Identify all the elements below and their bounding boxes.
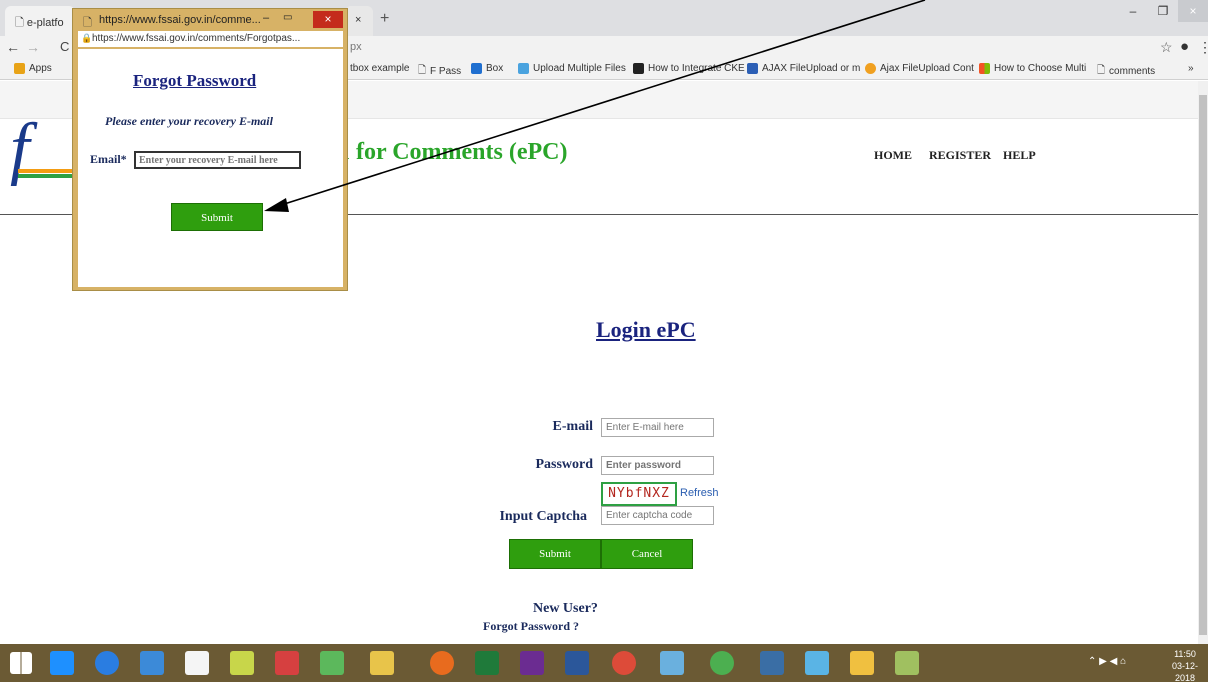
df-icon [747,63,758,74]
password-input[interactable] [601,456,714,475]
email-input[interactable] [601,418,714,437]
tool-icon[interactable] [275,651,299,675]
logo-swoosh-orange [18,169,73,173]
login-heading: Login ePC [596,317,696,342]
window-controls: – ❐ × [1118,0,1208,22]
cb-icon [633,63,644,74]
bookmark-box[interactable]: Box [471,63,503,74]
tray-icons[interactable]: ⌃ ▶ ◀ ⌂ [1088,656,1126,667]
app-icon[interactable] [660,651,684,675]
back-arrow-icon[interactable]: ← [6,39,20,55]
ajax-icon [865,63,876,74]
windows-start-icon[interactable] [10,652,32,674]
close-icon[interactable]: × [313,11,343,28]
nav-home[interactable]: HOME [874,148,912,163]
paint-icon[interactable] [230,651,254,675]
page-icon: 🗋 [418,65,427,76]
app-icon[interactable] [850,651,874,675]
forward-arrow-icon[interactable]: → [26,39,40,55]
forgot-password-heading: Forgot Password [133,71,257,90]
file-explorer-icon[interactable] [370,651,394,675]
app-icon[interactable] [710,651,734,675]
popup-body: Forgot Password Please enter your recove… [78,49,343,287]
url-field[interactable]: px [350,41,362,53]
windows-icon [979,63,990,74]
recovery-email-label: Email* [90,152,127,166]
recovery-instruction: Please enter your recovery E-mail [105,114,273,128]
forgot-password-link[interactable]: Forgot Password ? [483,619,579,634]
close-icon: × [355,14,362,26]
restore-icon[interactable]: ❐ [1148,0,1178,22]
mail-icon[interactable] [140,651,164,675]
visual-studio-icon[interactable] [520,651,544,675]
page-icon: 🗋 [1097,65,1106,76]
bookmark-ajax-cont[interactable]: Ajax FileUpload Cont [865,63,974,74]
tab-close[interactable]: × [345,6,373,36]
email-label: E-mail [552,419,593,434]
close-window-icon[interactable]: × [1178,0,1208,22]
app-icon[interactable] [805,651,829,675]
login-cancel-button[interactable]: Cancel [601,539,693,569]
bookmark-upload[interactable]: Upload Multiple Files [518,63,626,74]
home-icon[interactable] [185,651,209,675]
nav-help[interactable]: HELP [1003,148,1036,163]
bookmarks-more[interactable]: » [1188,63,1194,74]
page-icon: 🗋 [15,17,27,29]
site-title: for Comments (ePC) [356,139,568,165]
bookmark-ajax-fileupload[interactable]: AJAX FileUpload or m [747,63,860,74]
new-tab-button[interactable]: + [380,10,389,28]
maximize-icon[interactable]: ▭ [283,12,292,23]
store-icon[interactable] [50,651,74,675]
bookmark-apps[interactable]: Apps [14,63,52,74]
scrollbar-thumb[interactable] [1199,95,1207,635]
password-label: Password [535,457,593,472]
forgot-password-popup: https://www.fssai.gov.in/comme... 🗋 – ▭ … [72,8,348,291]
recovery-submit-button[interactable]: Submit [171,203,263,231]
profile-icon[interactable]: ● [1180,38,1189,55]
bookmark-cke[interactable]: How to Integrate CKE [633,63,745,74]
chrome-icon[interactable] [612,651,636,675]
popup-address-bar: 🔒 https://www.fssai.gov.in/comments/Forg… [78,31,343,47]
login-submit-button[interactable]: Submit [509,539,601,569]
recovery-email-input[interactable] [134,151,301,169]
bookmark-choose-multi[interactable]: How to Choose Multi [979,63,1086,74]
new-user-link[interactable]: New User? [533,601,598,617]
upload-icon [518,63,529,74]
word-icon[interactable] [565,651,589,675]
menu-icon[interactable]: ⋮ [1198,39,1208,56]
captcha-refresh-link[interactable]: Refresh [680,487,719,499]
captcha-label: Input Captcha [499,509,587,524]
captcha-input[interactable] [601,506,714,525]
bookmark-comments[interactable]: 🗋 comments [1097,63,1155,80]
app-icon[interactable] [760,651,784,675]
app-icon[interactable] [320,651,344,675]
captcha-image: NYbfNXZ [601,482,677,506]
minimize-icon[interactable]: – [263,12,269,24]
firefox-icon[interactable] [430,651,454,675]
nav-register[interactable]: REGISTER [929,148,991,163]
excel-icon[interactable] [475,651,499,675]
tray-clock[interactable]: 11:50 03-12-2018 [1162,648,1208,684]
minimize-icon[interactable]: – [1118,0,1148,22]
windows-taskbar: ⌃ ▶ ◀ ⌂ 11:50 03-12-2018 [0,644,1208,684]
bookmark-fpass[interactable]: 🗋 F Pass [418,63,461,80]
logo-swoosh-green [18,174,73,178]
bookmark-tbox[interactable]: tbox example [350,63,409,74]
popup-titlebar: https://www.fssai.gov.in/comme... [99,14,261,26]
tab-eplatform[interactable]: 🗋 e-platfo [5,6,75,36]
apps-grid-icon [14,63,25,74]
edge-icon[interactable] [95,651,119,675]
app-icon[interactable] [895,651,919,675]
lock-icon: 🔒 [81,33,93,43]
star-icon[interactable]: ☆ [1160,39,1173,56]
reload-icon[interactable]: C [60,39,69,54]
box-icon [471,63,482,74]
